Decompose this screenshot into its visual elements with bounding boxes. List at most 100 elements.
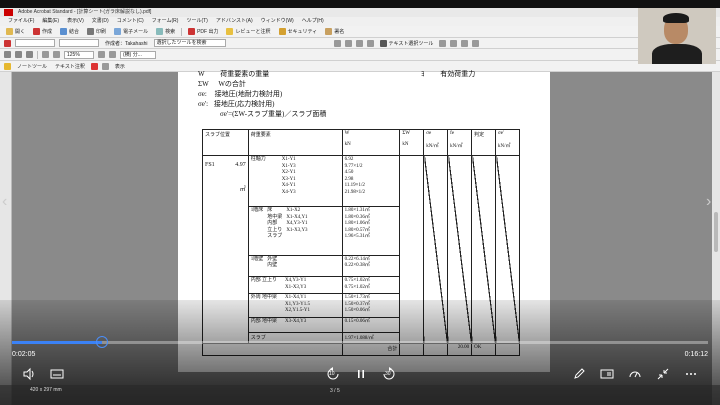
- column-axial-cell: 柱軸力 X1-Y1 X1-Y3 X2-Y1 X3-Y1 X4-Y1 X4-Y3: [247, 154, 343, 208]
- progress-knob[interactable]: [95, 336, 108, 348]
- redo-icon[interactable]: [344, 39, 352, 47]
- menu-help[interactable]: ヘルプ(H): [302, 17, 324, 26]
- print-label: 印刷: [96, 29, 107, 35]
- page-layout-select[interactable]: (横) 分...: [120, 50, 156, 59]
- scroll-thumb[interactable]: [714, 212, 718, 252]
- next-arrow-icon[interactable]: ›: [706, 194, 711, 210]
- w-unit: kN: [344, 142, 351, 147]
- video-progress-bar[interactable]: [12, 336, 708, 348]
- forward-button[interactable]: 30: [382, 367, 396, 381]
- zoom-out-icon[interactable]: [42, 51, 49, 58]
- member: X4-Y3: [281, 189, 296, 195]
- w-header: W: [344, 131, 350, 136]
- fit-width-icon[interactable]: [109, 51, 116, 58]
- speed-icon[interactable]: [628, 367, 642, 381]
- fit-page-icon[interactable]: [98, 51, 105, 58]
- value: 0.75×1.02㎡: [344, 284, 370, 290]
- col-slab-position: スラブ位置: [202, 129, 249, 156]
- select-text-tool-button[interactable]: テキスト選択ツール: [378, 39, 436, 48]
- menu-form[interactable]: フォーム(R): [152, 17, 179, 26]
- print-button[interactable]: 印刷: [85, 27, 108, 36]
- pen-icon[interactable]: [572, 367, 586, 381]
- zoom-select[interactable]: 125%: [64, 50, 94, 59]
- search-button[interactable]: 検索: [154, 27, 177, 36]
- more-options-icon[interactable]: [684, 367, 698, 381]
- member-list: X4,Y3-Y1 X1-X3,Y3: [285, 278, 306, 291]
- menu-edit[interactable]: 編集(E): [42, 17, 59, 26]
- desc-weight: 荷重要素の重量: [220, 70, 270, 78]
- line-se2: σe': 接地圧(応力検討用): [198, 99, 275, 109]
- group-label: 内部 立上り: [250, 278, 278, 284]
- note-tool-button[interactable]: ノートツール: [15, 62, 49, 71]
- pointer-icon[interactable]: [439, 39, 447, 47]
- presenter-body: [652, 44, 702, 64]
- menu-view[interactable]: 表示(V): [67, 17, 84, 26]
- member: X2-Y1: [281, 170, 296, 175]
- text-annot-button[interactable]: テキスト注釈: [53, 62, 87, 71]
- hand-tool-icon[interactable]: [366, 39, 374, 47]
- menu-file[interactable]: ファイル(F): [8, 17, 34, 26]
- pause-button[interactable]: [354, 367, 368, 381]
- highlight-icon[interactable]: [90, 62, 98, 70]
- menu-advanced[interactable]: アドバンスト(A): [216, 17, 253, 26]
- col-se2: σe' kN/㎡: [495, 129, 520, 156]
- export-pdf-button[interactable]: PDF 出力: [186, 27, 220, 36]
- menu-window[interactable]: ウィンドウ(W): [261, 17, 294, 26]
- security-button[interactable]: セキュリティ: [277, 27, 320, 36]
- measure-icon[interactable]: [472, 39, 480, 47]
- exit-fullscreen-icon[interactable]: [656, 367, 670, 381]
- sign-label: 署名: [334, 29, 345, 35]
- pen-icon: [325, 28, 333, 35]
- slab-id-line: FS1 4.97: [205, 162, 246, 168]
- folder-icon: [6, 28, 13, 35]
- first-page-icon[interactable]: [4, 51, 11, 58]
- value: 1.96×5.31㎡: [344, 234, 370, 240]
- notes-icon[interactable]: [600, 367, 614, 381]
- zoom-in-icon[interactable]: [53, 51, 60, 58]
- acrobat-logo-icon: [4, 9, 13, 16]
- rotate-icon[interactable]: [355, 39, 363, 47]
- email-button[interactable]: 電子メール: [112, 27, 150, 36]
- slab-name: FS1: [205, 162, 215, 168]
- review-button[interactable]: レビューと注釈: [224, 27, 272, 36]
- table-row: FS1 4.97 ㎡ 柱軸力 X1-Y1 X1-Y3 X2-Y1 X3-Y1 X4…: [202, 154, 520, 344]
- column-axial-values: 6.92 9.77×1/2 4.50 2.98 11.19×1/2 21.98×…: [341, 154, 401, 208]
- size-select[interactable]: [59, 39, 99, 47]
- close-x-icon[interactable]: [4, 39, 11, 47]
- desc-effective: 有効荷重力: [440, 70, 476, 78]
- security-label: セキュリティ: [287, 29, 318, 35]
- open-button[interactable]: 開く: [4, 27, 27, 36]
- email-label: 電子メール: [123, 29, 149, 35]
- font-select[interactable]: [15, 39, 55, 47]
- create-button[interactable]: 作成: [31, 27, 54, 36]
- captions-icon[interactable]: [50, 367, 64, 381]
- sym-w: W: [198, 70, 205, 78]
- tool-search-input[interactable]: 選択したツールを検索: [153, 39, 226, 47]
- snapshot-icon[interactable]: [461, 39, 469, 47]
- menu-tools[interactable]: ツール(T): [186, 17, 207, 26]
- pdf-export-icon: [188, 28, 196, 35]
- value: 0.22×0.38㎡: [344, 263, 370, 269]
- undo-icon[interactable]: [333, 39, 341, 47]
- show-menu-button[interactable]: 表示: [113, 62, 127, 71]
- sign-button[interactable]: 署名: [323, 27, 346, 36]
- formula: σe'=(ΣW-スラブ重量)／スラブ面積: [220, 110, 327, 118]
- sum-w-unit: kN: [402, 142, 409, 147]
- menu-document[interactable]: 文書(D): [92, 17, 109, 26]
- stamp-icon[interactable]: [101, 62, 109, 70]
- prev-page-icon[interactable]: [15, 51, 22, 58]
- menu-comment[interactable]: コメント(C): [117, 17, 144, 26]
- combine-icon: [60, 28, 68, 35]
- prev-arrow-icon[interactable]: ‹: [2, 194, 7, 210]
- zoom-tool-icon[interactable]: [450, 39, 458, 47]
- toolbar-separator: [37, 50, 38, 59]
- combine-button[interactable]: 結合: [58, 27, 81, 36]
- next-page-icon[interactable]: [26, 51, 33, 58]
- author-label: 作成者：Takahashi: [105, 40, 148, 47]
- rewind-button[interactable]: 10: [326, 367, 340, 381]
- inner-upstand-values: 0.75×1.02㎡ 0.75×1.02㎡: [341, 276, 401, 295]
- volume-icon[interactable]: [22, 367, 36, 381]
- forward-label: 30: [385, 371, 391, 377]
- se-header: σe: [426, 131, 432, 136]
- sym-se2: σe':: [198, 100, 209, 108]
